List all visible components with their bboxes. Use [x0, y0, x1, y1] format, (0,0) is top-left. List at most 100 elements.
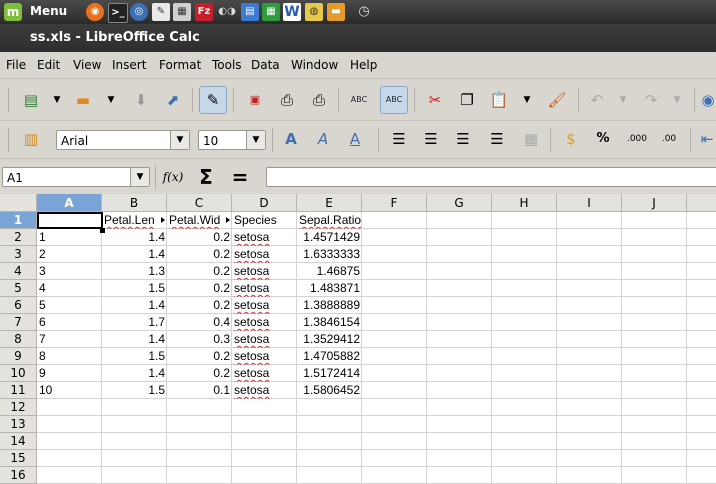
text-editor-launcher-icon[interactable]: ✎: [152, 3, 170, 21]
autospellcheck-icon[interactable]: ABC: [380, 86, 408, 114]
column-header-a[interactable]: A: [37, 194, 102, 212]
cell-d11[interactable]: setosa: [232, 382, 297, 399]
cell-c9[interactable]: 0.2: [167, 348, 232, 365]
cell-a5[interactable]: 4: [37, 280, 102, 297]
row-header-1[interactable]: 1: [0, 212, 37, 229]
bold-icon[interactable]: A: [278, 126, 304, 152]
cell-c3[interactable]: 0.2: [167, 246, 232, 263]
cell-e6[interactable]: 1.3888889: [297, 297, 362, 314]
row-header-11[interactable]: 11: [0, 382, 37, 399]
menu-format[interactable]: Format: [159, 58, 201, 72]
row-header-16[interactable]: 16: [0, 467, 37, 484]
export-icon[interactable]: ⬈: [160, 87, 186, 113]
cell-d1[interactable]: Species: [232, 212, 297, 229]
column-header-i[interactable]: I: [557, 194, 622, 212]
cell-b5[interactable]: 1.5: [102, 280, 167, 297]
calculator-launcher-icon[interactable]: ▦: [173, 3, 191, 21]
redo-icon[interactable]: ↷: [638, 87, 664, 113]
open-dropdown-chevron-icon[interactable]: ▼: [98, 87, 124, 113]
cell-b9[interactable]: 1.5: [102, 348, 167, 365]
cell-d3[interactable]: setosa: [232, 246, 297, 263]
name-box-chevron-down-icon[interactable]: ▼: [130, 168, 149, 186]
edit-mode-icon[interactable]: ✎: [199, 86, 227, 114]
system-menu-button[interactable]: Menu: [30, 4, 67, 18]
cell-a1-cursor[interactable]: [37, 212, 103, 229]
cell-a9[interactable]: 8: [37, 348, 102, 365]
menu-help[interactable]: Help: [350, 58, 377, 72]
menu-tools[interactable]: Tools: [212, 58, 242, 72]
cell-e2[interactable]: 1.4571429: [297, 229, 362, 246]
cell-e8[interactable]: 1.3529412: [297, 331, 362, 348]
cell-d8[interactable]: setosa: [232, 331, 297, 348]
styles-icon[interactable]: ▥: [18, 126, 44, 152]
writer-launcher-icon[interactable]: ▤: [241, 3, 259, 21]
row-header-13[interactable]: 13: [0, 416, 37, 433]
cell-c8[interactable]: 0.3: [167, 331, 232, 348]
cell-c10[interactable]: 0.2: [167, 365, 232, 382]
cell-b6[interactable]: 1.4: [102, 297, 167, 314]
cell-a10[interactable]: 9: [37, 365, 102, 382]
save-icon[interactable]: ⬇: [128, 87, 154, 113]
cell-c11[interactable]: 0.1: [167, 382, 232, 399]
network-launcher-icon[interactable]: ◎: [130, 3, 148, 21]
cell-d7[interactable]: setosa: [232, 314, 297, 331]
app-launcher-icon[interactable]: ◍: [305, 3, 323, 21]
row-header-2[interactable]: 2: [0, 229, 37, 246]
cell-a8[interactable]: 7: [37, 331, 102, 348]
font-name-combobox[interactable]: Arial ▼: [56, 130, 190, 150]
cell-d4[interactable]: setosa: [232, 263, 297, 280]
spellcheck-icon[interactable]: ABC: [346, 87, 372, 113]
mint-logo-icon[interactable]: m: [4, 3, 22, 21]
sum-button[interactable]: Σ: [193, 164, 219, 190]
cell-c6[interactable]: 0.2: [167, 297, 232, 314]
cell-b1[interactable]: Petal.Len: [102, 212, 167, 229]
menu-insert[interactable]: Insert: [112, 58, 146, 72]
cell-b3[interactable]: 1.4: [102, 246, 167, 263]
firefox-launcher-icon[interactable]: ◉: [86, 3, 104, 21]
column-header-g[interactable]: G: [427, 194, 492, 212]
print-preview-icon[interactable]: ⎙: [306, 87, 332, 113]
print-icon[interactable]: ⎙: [274, 87, 300, 113]
cell-e5[interactable]: 1.483871: [297, 280, 362, 297]
align-left-icon[interactable]: ☰: [386, 126, 412, 152]
files-launcher-icon[interactable]: ▬: [327, 3, 345, 21]
undo-dropdown-chevron-icon[interactable]: ▼: [610, 87, 636, 113]
column-header-b[interactable]: B: [102, 194, 167, 212]
cell-d2[interactable]: setosa: [232, 229, 297, 246]
italic-icon[interactable]: A: [310, 126, 336, 152]
percent-format-button[interactable]: %: [590, 126, 616, 152]
column-header-c[interactable]: C: [167, 194, 232, 212]
cell-e10[interactable]: 1.5172414: [297, 365, 362, 382]
menu-data[interactable]: Data: [251, 58, 280, 72]
cell-a4[interactable]: 3: [37, 263, 102, 280]
row-header-5[interactable]: 5: [0, 280, 37, 297]
menu-window[interactable]: Window: [291, 58, 338, 72]
menu-view[interactable]: View: [73, 58, 101, 72]
select-all-corner[interactable]: [0, 194, 37, 212]
column-header-e[interactable]: E: [297, 194, 362, 212]
copy-icon[interactable]: ❐: [454, 87, 480, 113]
cell-b10[interactable]: 1.4: [102, 365, 167, 382]
menu-edit[interactable]: Edit: [37, 58, 60, 72]
cell-c4[interactable]: 0.2: [167, 263, 232, 280]
row-header-10[interactable]: 10: [0, 365, 37, 382]
row-header-4[interactable]: 4: [0, 263, 37, 280]
row-header-6[interactable]: 6: [0, 297, 37, 314]
cell-d5[interactable]: setosa: [232, 280, 297, 297]
cut-icon[interactable]: ✂: [422, 87, 448, 113]
cell-b4[interactable]: 1.3: [102, 263, 167, 280]
cell-b7[interactable]: 1.7: [102, 314, 167, 331]
function-wizard-button[interactable]: f(x): [160, 164, 186, 190]
cell-d10[interactable]: setosa: [232, 365, 297, 382]
decrease-indent-icon[interactable]: ⇤: [698, 126, 716, 152]
cell-a3[interactable]: 2: [37, 246, 102, 263]
cell-e7[interactable]: 1.3846154: [297, 314, 362, 331]
paste-dropdown-chevron-icon[interactable]: ▼: [514, 87, 540, 113]
font-name-chevron-down-icon[interactable]: ▼: [170, 131, 189, 149]
clone-formatting-icon[interactable]: 🖌: [544, 87, 570, 113]
merge-cells-icon[interactable]: ▦: [518, 126, 544, 152]
row-header-12[interactable]: 12: [0, 399, 37, 416]
currency-format-icon[interactable]: $: [558, 126, 584, 152]
delete-decimal-icon[interactable]: .00: [656, 126, 682, 152]
cell-a7[interactable]: 6: [37, 314, 102, 331]
